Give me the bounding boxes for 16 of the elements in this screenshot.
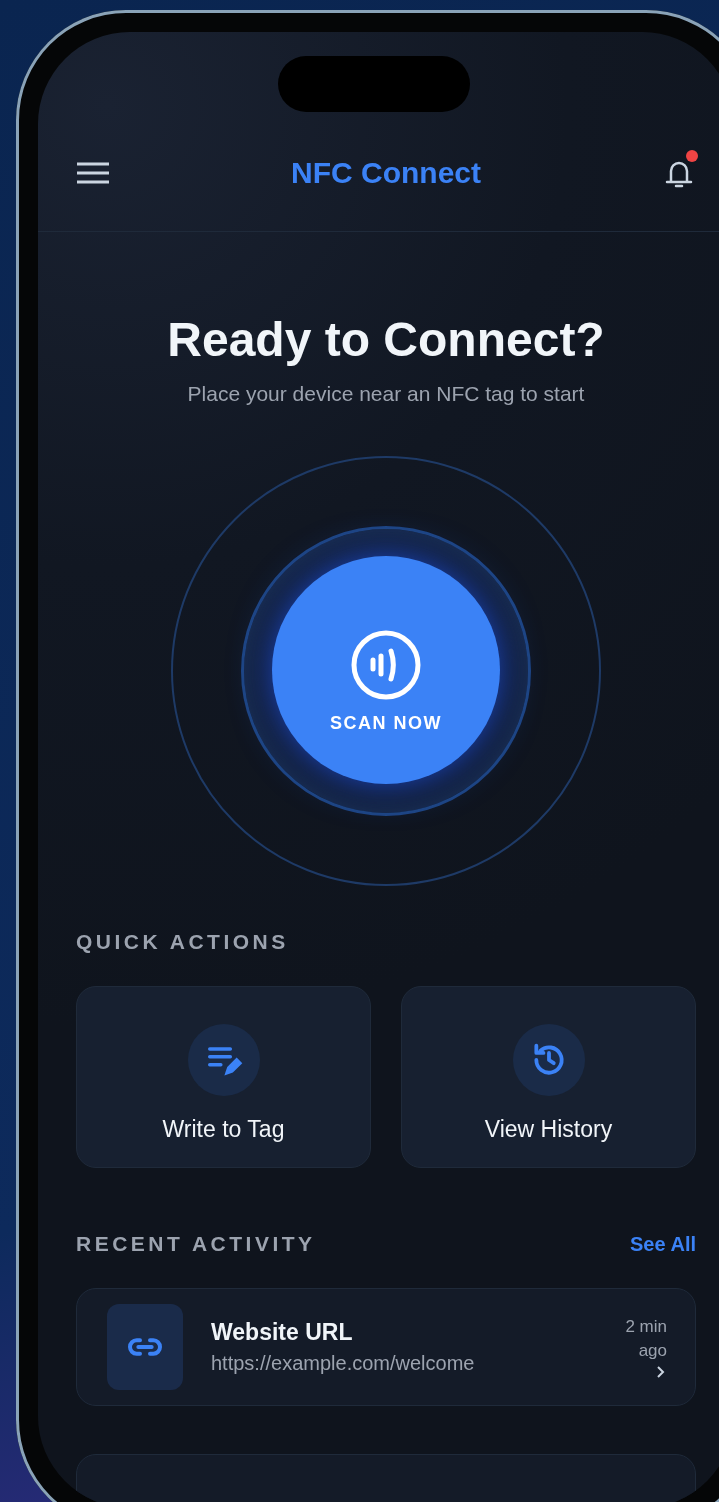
activity-time: 2 min ago <box>624 1316 667 1362</box>
quick-action-card[interactable]: View History <box>401 986 696 1168</box>
hero-title: Ready to Connect? <box>167 312 605 368</box>
section-heading: RECENT ACTIVITY <box>76 1232 316 1256</box>
link-icon <box>107 1304 183 1390</box>
activity-title: Website URL <box>211 1319 354 1346</box>
contactless-icon <box>350 628 422 701</box>
scan-button[interactable]: SCAN NOW <box>272 556 500 784</box>
activity-card[interactable]: Website URL https://example.com/welcome 2 min ago <box>76 1288 696 1406</box>
app-title: NFC Connect <box>291 156 481 190</box>
hero-subtitle: Place your device near an NFC tag to start <box>187 382 585 406</box>
see-all-link[interactable]: See All <box>630 1232 696 1256</box>
section-heading: QUICK ACTIONS <box>76 930 289 954</box>
chevron-right-icon <box>655 1365 667 1379</box>
quick-action-card[interactable]: Write to Tag <box>76 986 371 1168</box>
activity-detail: https://example.com/welcome <box>211 1352 476 1375</box>
